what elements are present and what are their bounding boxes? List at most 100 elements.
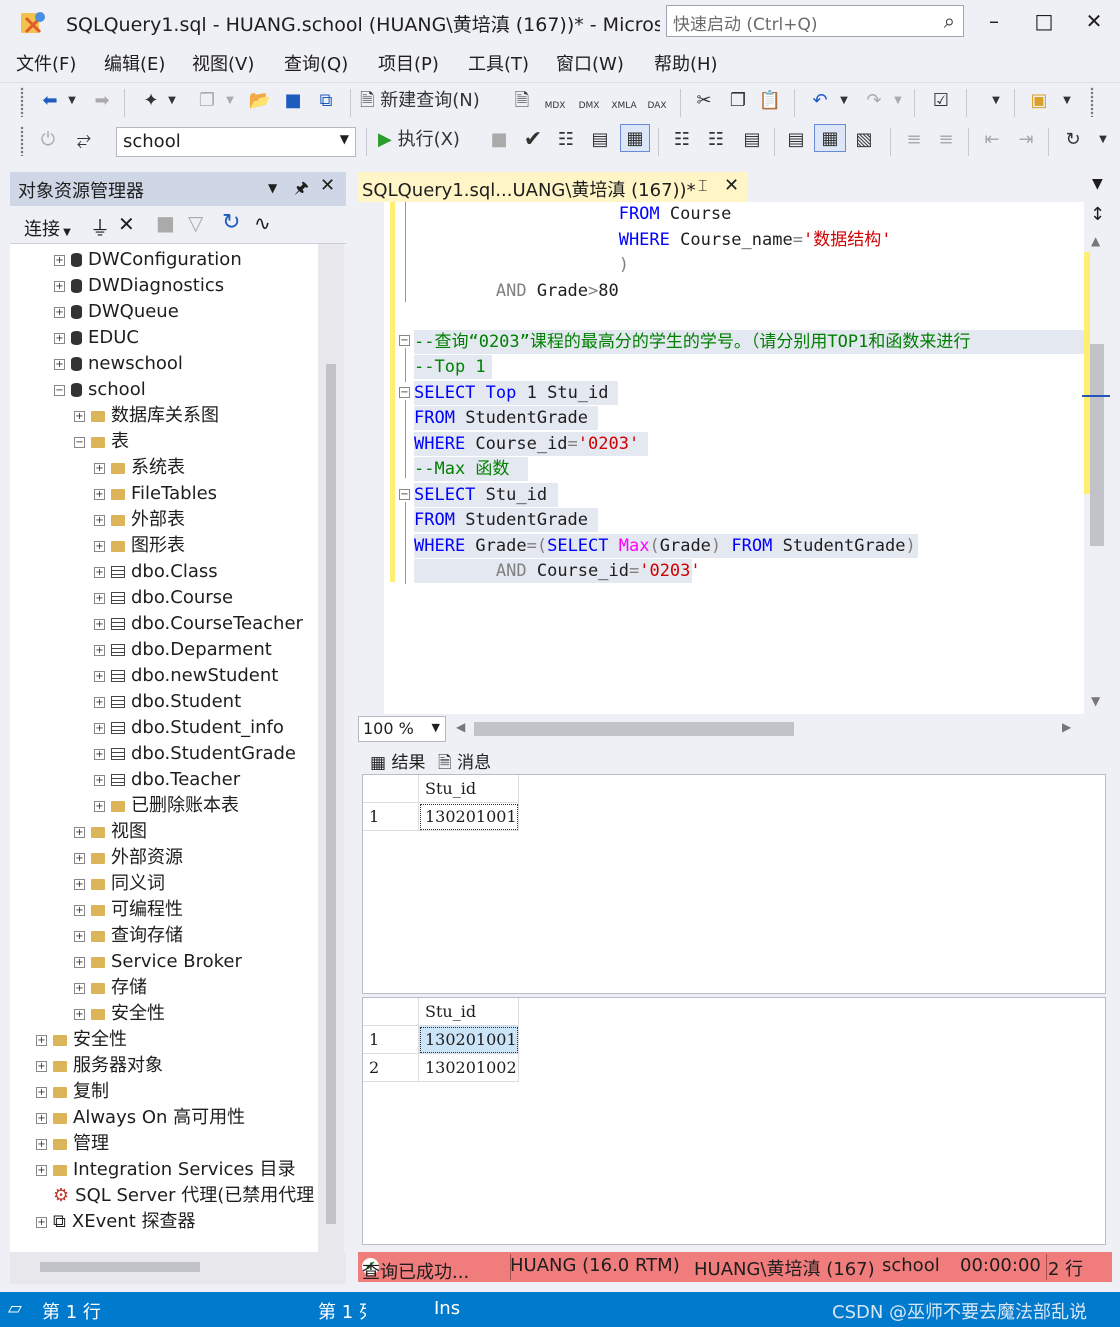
stop-icon[interactable]: ■ xyxy=(156,211,175,235)
expand-icon[interactable]: + xyxy=(94,748,105,760)
toolbar-grip[interactable] xyxy=(20,87,24,117)
new-project-icon[interactable]: ✦ xyxy=(138,87,164,115)
tree-node[interactable]: + 服务器对象 xyxy=(36,1053,163,1079)
scrollbar-thumb[interactable] xyxy=(40,1262,200,1272)
pin-icon[interactable]: ⌶ xyxy=(698,176,708,196)
menu-edit[interactable]: 编辑(E) xyxy=(104,50,165,76)
specify-template-values-icon[interactable]: ↻ xyxy=(1058,126,1088,154)
expand-icon[interactable]: + xyxy=(54,254,65,266)
expand-icon[interactable]: + xyxy=(74,410,85,422)
quick-launch-input[interactable]: 快速启动 (Ctrl+Q) ⌕ xyxy=(666,5,964,37)
close-icon[interactable]: ✕ xyxy=(320,175,335,196)
row-number[interactable]: 1 xyxy=(363,803,419,831)
grid-cell[interactable]: 130201001 xyxy=(419,803,519,831)
toolbar-grip[interactable] xyxy=(1090,87,1094,117)
collapse-icon[interactable]: − xyxy=(399,489,410,500)
chevron-down-icon[interactable]: ▼ xyxy=(166,87,178,115)
scroll-down-icon[interactable]: ▼ xyxy=(1091,694,1100,708)
expand-icon[interactable]: + xyxy=(74,852,85,864)
connect-icon[interactable]: ⏚ xyxy=(90,212,110,241)
chevron-down-icon[interactable]: ▼ xyxy=(224,87,236,115)
expand-icon[interactable]: + xyxy=(54,358,65,370)
expand-icon[interactable]: + xyxy=(74,826,85,838)
include-actual-plan-icon[interactable]: ☷ xyxy=(668,126,696,154)
tree-node[interactable]: − school xyxy=(54,377,146,403)
collapse-icon[interactable]: − xyxy=(399,335,410,346)
expand-icon[interactable]: + xyxy=(36,1138,47,1150)
close-tab-icon[interactable]: ✕ xyxy=(724,175,739,196)
expand-icon[interactable]: + xyxy=(94,462,105,474)
collapse-icon[interactable]: − xyxy=(54,384,65,396)
paste-icon[interactable]: 📋 xyxy=(756,87,784,115)
expand-icon[interactable]: + xyxy=(74,904,85,916)
results-to-text-icon[interactable]: ▤ xyxy=(782,126,810,154)
expand-icon[interactable]: + xyxy=(94,696,105,708)
client-statistics-icon[interactable]: ▤ xyxy=(738,126,766,154)
tree-node[interactable]: + dbo.Student xyxy=(94,689,241,715)
expand-icon[interactable]: + xyxy=(94,540,105,552)
expand-icon[interactable]: + xyxy=(54,280,65,292)
chevron-down-icon[interactable]: ▼ xyxy=(268,181,277,195)
uncomment-icon[interactable]: ≡ xyxy=(932,126,960,154)
toolbar-options-icon[interactable]: ▼ xyxy=(1058,87,1076,115)
menu-help[interactable]: 帮助(H) xyxy=(654,50,718,76)
tree-node[interactable]: + 已删除账本表 xyxy=(94,793,239,819)
menu-query[interactable]: 查询(Q) xyxy=(284,50,348,76)
menu-window[interactable]: 窗口(W) xyxy=(556,50,624,76)
open-file-icon[interactable]: 📂 xyxy=(246,87,274,115)
expand-icon[interactable]: + xyxy=(94,800,105,812)
expand-icon[interactable]: + xyxy=(94,722,105,734)
stop-icon[interactable]: ■ xyxy=(488,126,510,154)
collapse-icon[interactable]: − xyxy=(399,387,410,398)
expand-icon[interactable]: + xyxy=(36,1164,47,1176)
results-grid-icon[interactable]: ▦ xyxy=(814,124,846,152)
filter-icon[interactable]: ▽ xyxy=(188,211,203,235)
document-menu-icon[interactable]: ▼ xyxy=(1092,176,1103,192)
tree-node[interactable]: +⚙SQL Server 代理(已禁用代理 XP) xyxy=(36,1183,328,1209)
tree-node[interactable]: + dbo.Course xyxy=(94,585,233,611)
tree-node[interactable]: + dbo.CourseTeacher xyxy=(94,611,303,637)
tree-node[interactable]: + newschool xyxy=(54,351,183,377)
grid-corner[interactable] xyxy=(363,775,419,803)
parse-icon[interactable]: ✔ xyxy=(520,126,546,154)
database-select[interactable]: school ▼ xyxy=(116,127,356,157)
close-window-button[interactable]: ✕ xyxy=(1074,6,1114,36)
redo-icon[interactable]: ↷ xyxy=(860,87,888,115)
collapse-icon[interactable]: − xyxy=(74,436,85,448)
tree-node[interactable]: + dbo.newStudent xyxy=(94,663,278,689)
expand-icon[interactable]: + xyxy=(54,332,65,344)
tree-node[interactable]: + EDUC xyxy=(54,325,139,351)
grid-cell[interactable]: 130201002 xyxy=(419,1054,519,1082)
tree-node[interactable]: + 外部资源 xyxy=(74,845,183,871)
expand-icon[interactable]: + xyxy=(94,670,105,682)
toolbar-grip[interactable] xyxy=(20,126,24,156)
expand-icon[interactable]: + xyxy=(94,488,105,500)
activity-monitor-icon[interactable]: ∿ xyxy=(254,211,271,235)
expand-icon[interactable]: + xyxy=(36,1034,47,1046)
tree-node[interactable]: + 管理 xyxy=(36,1131,109,1157)
tree-node[interactable]: + 图形表 xyxy=(94,533,185,559)
dmx-query-icon[interactable]: DMX xyxy=(574,87,604,115)
tree-node[interactable]: + 复制 xyxy=(36,1079,109,1105)
tree-node[interactable]: + 同义词 xyxy=(74,871,165,897)
live-query-stats-icon[interactable]: ☷ xyxy=(702,126,730,154)
row-number[interactable]: 2 xyxy=(363,1054,419,1082)
tree-node[interactable]: + 查询存储 xyxy=(74,923,183,949)
tree-node[interactable]: + 安全性 xyxy=(74,1001,165,1027)
menu-tools[interactable]: 工具(T) xyxy=(468,50,529,76)
tree-node[interactable]: + dbo.Deparment xyxy=(94,637,272,663)
save-icon[interactable]: ■ xyxy=(280,87,306,115)
tree-node[interactable]: + dbo.Teacher xyxy=(94,767,240,793)
scroll-left-icon[interactable]: ◀ xyxy=(456,720,465,734)
menu-project[interactable]: 项目(P) xyxy=(378,50,439,76)
tree-node[interactable]: + Integration Services 目录 xyxy=(36,1157,296,1183)
zoom-select[interactable]: 100 % ▼ xyxy=(358,716,446,742)
results-to-file-icon[interactable]: ▧ xyxy=(850,126,878,154)
tree-node[interactable]: + dbo.StudentGrade xyxy=(94,741,296,767)
chevron-down-icon[interactable]: ▼ xyxy=(892,87,904,115)
back-icon[interactable]: ⬅ xyxy=(38,87,62,115)
chevron-down-icon[interactable]: ▼ xyxy=(986,87,1006,115)
maximize-button[interactable]: □ xyxy=(1024,6,1064,36)
chevron-down-icon[interactable]: ▼ xyxy=(66,87,78,115)
row-number[interactable]: 1 xyxy=(363,1026,419,1054)
